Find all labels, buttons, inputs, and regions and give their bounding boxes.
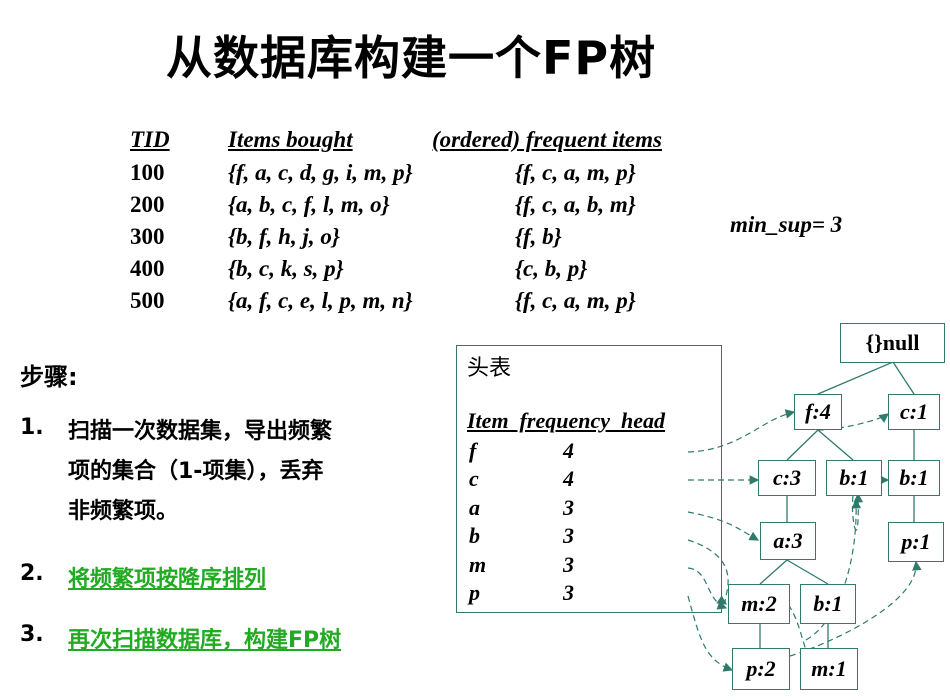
edge-a3-m2 bbox=[759, 559, 788, 585]
link-b-head bbox=[687, 539, 729, 605]
tree-node-c1: c:1 bbox=[888, 394, 940, 430]
tree-node-m2: m:2 bbox=[728, 584, 790, 624]
tree-node-f4: f:4 bbox=[794, 394, 842, 430]
tree-node-root: {}null bbox=[840, 323, 945, 363]
link-f-head bbox=[687, 409, 796, 453]
link-a-head bbox=[687, 511, 760, 541]
edge-root-c1 bbox=[892, 361, 915, 395]
tree-node-a3: a:3 bbox=[760, 522, 816, 560]
tree-node-m1: m:1 bbox=[800, 648, 858, 690]
link-b1-b1 bbox=[851, 492, 864, 531]
edge-a3-b1 bbox=[786, 559, 829, 585]
edge-root-f4 bbox=[817, 361, 894, 395]
tree-node-b1: b:1 bbox=[826, 460, 882, 496]
tree-node-p2: p:2 bbox=[732, 648, 790, 690]
edge-f4-b1 bbox=[817, 429, 854, 461]
link-p-head bbox=[687, 595, 734, 672]
link-m-head bbox=[687, 567, 728, 610]
tree-node-p1: p:1 bbox=[888, 522, 944, 562]
tree-node-b1: b:1 bbox=[800, 584, 856, 624]
tree-node-b1: b:1 bbox=[888, 460, 940, 496]
tree-node-c3: c:3 bbox=[758, 460, 816, 496]
edge-f4-c3 bbox=[786, 429, 819, 461]
